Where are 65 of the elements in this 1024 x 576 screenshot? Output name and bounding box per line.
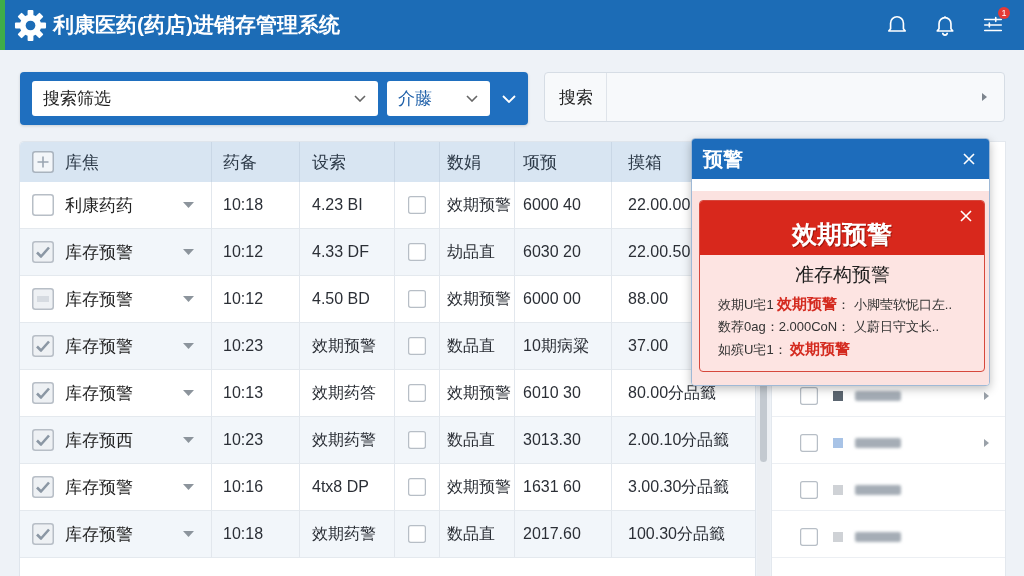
blurred-text (855, 485, 901, 495)
checkbox[interactable] (32, 476, 54, 498)
column-header[interactable]: 库焦 (65, 150, 99, 174)
row-label: 库存预警 (65, 241, 134, 264)
checkbox[interactable] (408, 384, 426, 402)
checkbox[interactable] (32, 241, 54, 263)
caret-down-icon[interactable] (183, 202, 194, 208)
bell-icon[interactable] (934, 14, 956, 36)
checkbox[interactable] (408, 290, 426, 308)
checkbox[interactable] (800, 528, 818, 546)
caret-right-icon[interactable] (984, 439, 989, 447)
filter-select[interactable]: 搜索筛选 (32, 81, 378, 116)
row-label: 库存预警 (65, 523, 134, 546)
checkbox[interactable] (32, 194, 54, 216)
table-cell: 100.30分品籤 (612, 511, 755, 558)
checkbox[interactable] (408, 196, 426, 214)
checkbox[interactable] (800, 387, 818, 405)
checkbox[interactable] (408, 525, 426, 543)
checkbox[interactable] (32, 288, 54, 310)
notification-badge: 1 (998, 7, 1010, 19)
checkbox[interactable] (32, 335, 54, 357)
plus-box-icon[interactable] (32, 151, 54, 173)
chevron-down-icon[interactable] (502, 94, 516, 103)
chevron-down-icon (466, 95, 478, 102)
table-cell: 效期药警 (300, 511, 395, 558)
app-title: 利康医药(药店)进销存管理系统 (53, 12, 341, 38)
caret-down-icon[interactable] (183, 437, 194, 443)
blurred-text (855, 391, 901, 401)
table-cell: 10:18 (212, 511, 300, 558)
filter-select[interactable]: 介藤 (387, 81, 490, 116)
checkbox[interactable] (800, 481, 818, 499)
blurred-text (855, 532, 901, 542)
caret-down-icon[interactable] (183, 390, 194, 396)
row-label: 利康药药 (65, 194, 134, 217)
row-label: 库存预西 (65, 429, 134, 452)
checkbox[interactable] (800, 434, 818, 452)
row-label: 库存预警 (65, 476, 134, 499)
alert-subtitle: 准存构预警 (794, 263, 890, 287)
caret-right-icon[interactable] (982, 93, 987, 101)
caret-down-icon[interactable] (183, 249, 194, 255)
checkbox[interactable] (32, 382, 54, 404)
checkbox[interactable] (408, 431, 426, 449)
checkbox[interactable] (408, 337, 426, 355)
blurred-text (855, 438, 901, 448)
close-icon[interactable] (963, 153, 975, 165)
alert-title: 效期预警 (792, 219, 892, 249)
row-label: 库存预警 (65, 382, 134, 405)
caret-down-icon[interactable] (183, 531, 194, 537)
table-cell: 数品直 (440, 511, 515, 558)
checkbox[interactable] (32, 523, 54, 545)
checkbox[interactable] (408, 243, 426, 261)
search-label: 搜索 (545, 73, 607, 121)
caret-down-icon[interactable] (183, 296, 194, 302)
chevron-down-icon (354, 95, 366, 102)
caret-down-icon[interactable] (183, 484, 194, 490)
close-icon[interactable] (960, 210, 972, 222)
gear-icon (14, 8, 47, 42)
dialog-title: 预警 (703, 146, 743, 172)
caret-right-icon[interactable] (984, 392, 989, 400)
table-cell: 2017.60 (515, 511, 612, 558)
checkbox[interactable] (32, 429, 54, 451)
row-label: 库存预警 (65, 335, 134, 358)
caret-down-icon[interactable] (183, 343, 194, 349)
checkbox[interactable] (408, 478, 426, 496)
row-label: 库存预警 (65, 288, 134, 311)
